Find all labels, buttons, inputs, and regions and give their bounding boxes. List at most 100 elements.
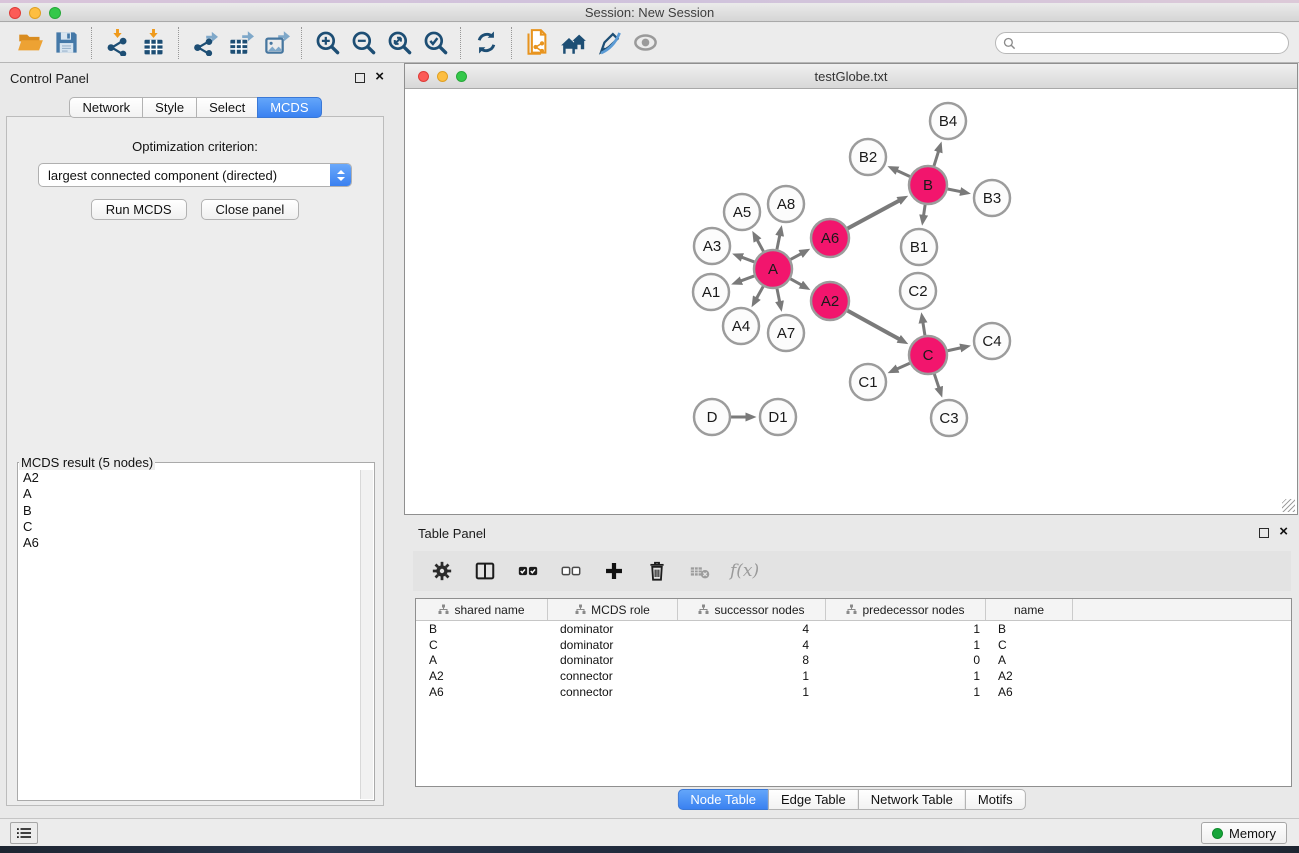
table-cell[interactable]: 0 (826, 653, 986, 667)
graph-edge-B-B3[interactable] (948, 189, 962, 192)
graph-edge-A-A7[interactable] (777, 289, 780, 303)
table-cell[interactable]: dominator (548, 653, 678, 667)
float-table-panel-icon[interactable] (1259, 528, 1269, 538)
function-builder-label[interactable]: f(x) (730, 561, 759, 581)
tab-network-table[interactable]: Network Table (858, 789, 966, 810)
result-list-item[interactable]: A2 (19, 470, 360, 486)
graph-edge-A-A8[interactable] (777, 234, 780, 249)
result-list-item[interactable]: A6 (19, 535, 360, 551)
save-session-button[interactable] (48, 26, 84, 60)
zoom-out-button[interactable] (345, 26, 381, 60)
graph-edge-B-B2[interactable] (896, 170, 910, 176)
tab-mcds[interactable]: MCDS (257, 97, 321, 118)
table-cell[interactable]: A (986, 653, 1073, 667)
table-cell[interactable]: 8 (678, 653, 826, 667)
hide-details-button[interactable] (627, 26, 663, 60)
tab-network[interactable]: Network (69, 97, 143, 118)
float-panel-icon[interactable] (355, 73, 365, 83)
table-cell[interactable]: connector (548, 685, 678, 699)
graph-edge-C-C2[interactable] (923, 322, 925, 336)
table-cell[interactable]: connector (548, 669, 678, 683)
table-row[interactable]: Bdominator41B (416, 621, 1291, 637)
annotations-toggle-button[interactable] (591, 26, 627, 60)
table-cell[interactable]: A6 (986, 685, 1073, 699)
deselect-all-button[interactable] (558, 558, 584, 584)
result-scrollbar[interactable] (360, 470, 373, 799)
graph-edge-A2-C[interactable] (848, 311, 900, 340)
table-cell[interactable]: 1 (826, 622, 986, 636)
select-all-button[interactable] (515, 558, 541, 584)
add-column-button[interactable] (601, 558, 627, 584)
graph-edge-B-B4[interactable] (934, 151, 939, 166)
column-header-name[interactable]: name (986, 599, 1073, 620)
network-canvas-area[interactable]: B4B2BB3A5A8A6B1A3AA1C2A4A7A2C4CC1C3DD1 (406, 89, 1296, 513)
graph-edge-C-C3[interactable] (934, 374, 939, 389)
graph-edge-A-A5[interactable] (757, 239, 764, 251)
table-cell[interactable]: 1 (826, 638, 986, 652)
column-header-predecessor-nodes[interactable]: predecessor nodes (826, 599, 986, 620)
table-row[interactable]: A2connector11A2 (416, 668, 1291, 684)
column-header-successor-nodes[interactable]: successor nodes (678, 599, 826, 620)
graph-edge-A-A1[interactable] (740, 276, 754, 281)
zoom-fit-button[interactable] (381, 26, 417, 60)
result-list-item[interactable]: C (19, 519, 360, 535)
network-graph[interactable]: B4B2BB3A5A8A6B1A3AA1C2A4A7A2C4CC1C3DD1 (406, 89, 1298, 514)
tab-motifs[interactable]: Motifs (965, 789, 1026, 810)
search-input[interactable] (1020, 34, 1288, 52)
graph-edge-A-A2[interactable] (790, 279, 802, 286)
close-panel-icon[interactable]: × (375, 68, 384, 86)
close-panel-button[interactable]: Close panel (201, 199, 300, 220)
resize-grip[interactable] (1282, 499, 1295, 512)
zoom-selected-button[interactable] (417, 26, 453, 60)
graph-edge-C-C4[interactable] (948, 348, 962, 351)
graph-edge-A-A4[interactable] (756, 286, 763, 299)
home-button[interactable] (555, 26, 591, 60)
table-cell[interactable]: 4 (678, 622, 826, 636)
graph-edge-C-C1[interactable] (896, 363, 909, 369)
tab-node-table[interactable]: Node Table (677, 789, 769, 810)
delete-table-button-disabled[interactable] (687, 558, 713, 584)
graph-edge-A-A3[interactable] (741, 257, 754, 262)
result-list-item[interactable]: B (19, 503, 360, 519)
refresh-button[interactable] (468, 26, 504, 60)
table-cell[interactable]: C (416, 638, 548, 652)
table-cell[interactable]: B (416, 622, 548, 636)
table-cell[interactable]: 1 (678, 669, 826, 683)
tab-edge-table[interactable]: Edge Table (768, 789, 859, 810)
table-cell[interactable]: dominator (548, 622, 678, 636)
table-cell[interactable]: B (986, 622, 1073, 636)
export-table-button[interactable] (222, 26, 258, 60)
table-row[interactable]: Cdominator41C (416, 637, 1291, 653)
table-mode-button[interactable] (429, 558, 455, 584)
result-list-item[interactable]: A (19, 486, 360, 502)
table-cell[interactable]: 4 (678, 638, 826, 652)
tab-style[interactable]: Style (142, 97, 197, 118)
search-field[interactable] (995, 32, 1289, 54)
export-image-button[interactable] (258, 26, 294, 60)
export-network-button[interactable] (186, 26, 222, 60)
table-cell[interactable]: A2 (986, 669, 1073, 683)
table-cell[interactable]: 1 (826, 685, 986, 699)
criterion-dropdown[interactable]: largest connected component (directed) (38, 163, 352, 187)
network-from-file-button[interactable] (519, 26, 555, 60)
column-header-shared-name[interactable]: shared name (416, 599, 548, 620)
graph-edge-A6-B[interactable] (848, 200, 900, 228)
task-history-button[interactable] (10, 822, 38, 844)
table-row[interactable]: Adominator80A (416, 653, 1291, 669)
table-cell[interactable]: 1 (826, 669, 986, 683)
run-mcds-button[interactable]: Run MCDS (91, 199, 187, 220)
column-header-mcds-role[interactable]: MCDS role (548, 599, 678, 620)
zoom-in-button[interactable] (309, 26, 345, 60)
graph-edge-A-A6[interactable] (791, 253, 802, 259)
table-cell[interactable]: C (986, 638, 1073, 652)
table-cell[interactable]: dominator (548, 638, 678, 652)
table-cell[interactable]: A6 (416, 685, 548, 699)
table-cell[interactable]: A (416, 653, 548, 667)
table-cell[interactable]: A2 (416, 669, 548, 683)
show-columns-button[interactable] (472, 558, 498, 584)
graph-edge-B-B1[interactable] (923, 205, 925, 217)
tab-select[interactable]: Select (196, 97, 258, 118)
import-table-button[interactable] (135, 26, 171, 60)
open-session-button[interactable] (12, 26, 48, 60)
delete-columns-button[interactable] (644, 558, 670, 584)
